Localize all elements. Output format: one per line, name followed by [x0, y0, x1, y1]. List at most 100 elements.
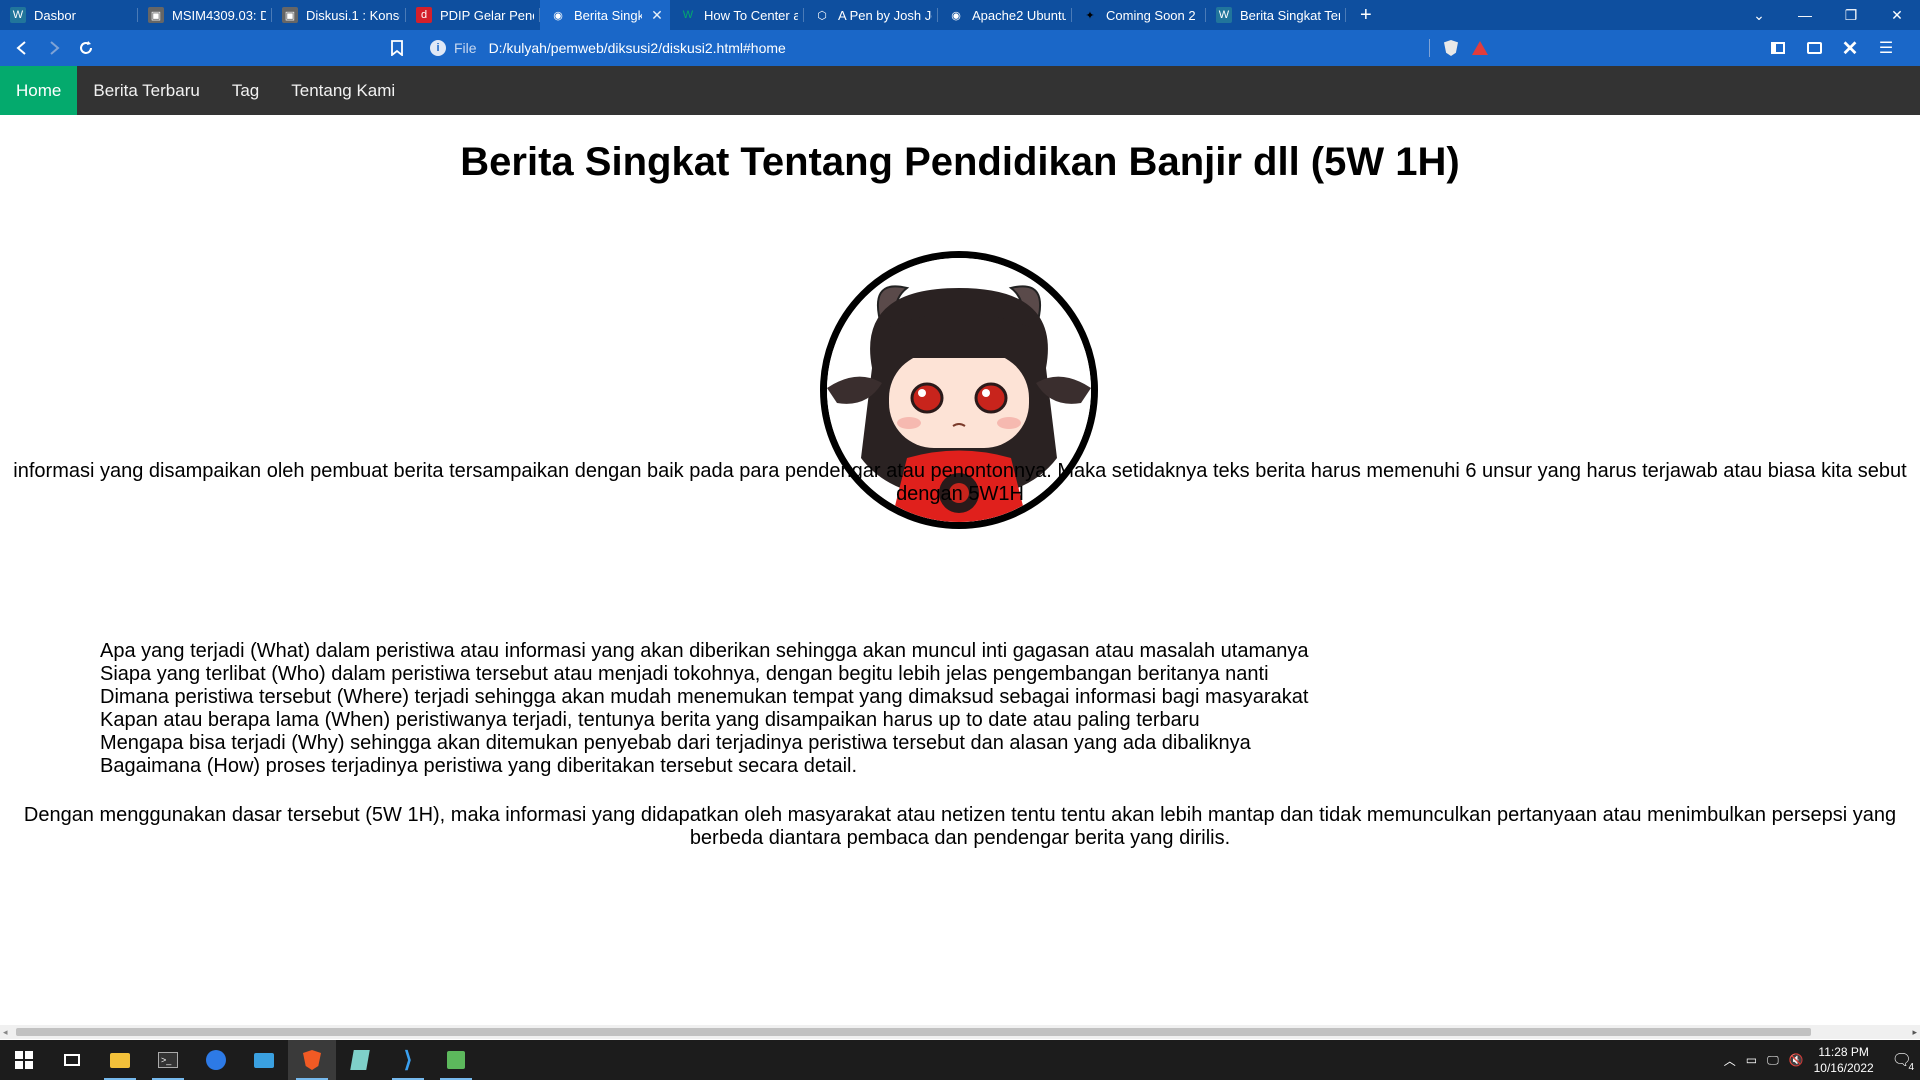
- brave-browser-icon[interactable]: [288, 1040, 336, 1080]
- browser-tab[interactable]: W How To Center an Imag: [670, 0, 804, 30]
- nav-item[interactable]: Tag: [216, 66, 275, 115]
- url-field[interactable]: i File D:/kulyah/pemweb/diksusi2/diskusi…: [420, 33, 1500, 63]
- menu-icon[interactable]: ☰: [1870, 34, 1902, 62]
- browser-tab[interactable]: ◉ Berita Singkat Tentang ✕: [540, 0, 670, 30]
- back-icon: [16, 41, 26, 55]
- bookmark-button[interactable]: [381, 34, 413, 62]
- notepad-icon[interactable]: [336, 1040, 384, 1080]
- volume-muted-icon[interactable]: 🔇: [1789, 1053, 1804, 1067]
- bird-icon: ✦: [1085, 9, 1095, 22]
- start-button[interactable]: [0, 1040, 48, 1080]
- url-scheme: File: [454, 40, 477, 56]
- forward-icon: [50, 41, 60, 55]
- sidebar-icon[interactable]: [1762, 34, 1794, 62]
- browser-tab[interactable]: ✦ Coming Soon 2: [1072, 0, 1206, 30]
- reload-button[interactable]: [70, 34, 102, 62]
- clock[interactable]: 11:28 PM 10/16/2022: [1814, 1044, 1874, 1076]
- detik-icon: d: [416, 7, 432, 23]
- clock-date: 10/16/2022: [1813, 1061, 1874, 1075]
- page-title: Berita Singkat Tentang Pendidikan Banjir…: [460, 140, 1460, 184]
- list-item: Mengapa bisa terjadi (Why) sehingga akan…: [100, 732, 1251, 754]
- tab-title: A Pen by Josh Johnson: [838, 7, 932, 23]
- tab-title: How To Center an Imag: [704, 7, 798, 23]
- chevron-up-icon[interactable]: ︿: [1724, 1052, 1736, 1069]
- info-icon[interactable]: i: [430, 40, 446, 56]
- tab-title: Diskusi.1 : Konsep Pemr: [306, 7, 400, 23]
- terminal-icon[interactable]: >_: [144, 1040, 192, 1080]
- tab-search-icon[interactable]: ⌄: [1736, 0, 1782, 30]
- nav-item[interactable]: Home: [0, 66, 78, 115]
- nav-item[interactable]: Berita Terbaru: [77, 66, 215, 115]
- site-navbar: Home Berita Terbaru Tag Tentang Kami: [0, 66, 1920, 115]
- scroll-right-icon[interactable]: ▸: [1912, 1027, 1917, 1038]
- extension-icon[interactable]: ✕: [1834, 34, 1866, 62]
- wordpress-icon: W: [1216, 7, 1232, 23]
- tab-title: Berita Singkat Tentang: [574, 7, 642, 23]
- moodle-icon: ▣: [282, 7, 298, 23]
- minimize-button[interactable]: —: [1782, 0, 1828, 30]
- browser-tab[interactable]: ▣ Diskusi.1 : Konsep Pemr: [272, 0, 406, 30]
- notification-count: 4: [1906, 1062, 1916, 1073]
- remote-desktop-icon[interactable]: [240, 1040, 288, 1080]
- system-tray: ︿ ▭ 🖵 🔇 11:28 PM 10/16/2022 🗨 4: [1724, 1044, 1920, 1076]
- tabs-container: W Dasbor ▣ MSIM4309.03: Diskusi.2 ▣ Diskusi.1…: [0, 0, 1346, 30]
- file-explorer-icon[interactable]: [96, 1040, 144, 1080]
- vscode-icon[interactable]: ⟩: [384, 1040, 432, 1080]
- globe-icon: ◉: [951, 9, 961, 22]
- horizontal-scrollbar[interactable]: ◂ ▸: [0, 1025, 1920, 1039]
- five-w-one-h-list: Apa yang terjadi (What) dalam peristiwa …: [100, 640, 1308, 778]
- browser-tab[interactable]: W Berita Singkat Tentang P: [1206, 0, 1346, 30]
- browser-tab[interactable]: d PDIP Gelar Pendidikan K: [406, 0, 540, 30]
- tab-strip: W Dasbor ▣ MSIM4309.03: Diskusi.2 ▣ Diskusi.1…: [0, 0, 1920, 30]
- list-item: Kapan atau berapa lama (When) peristiwan…: [100, 709, 1200, 731]
- battery-icon[interactable]: ▭: [1746, 1053, 1757, 1067]
- scroll-left-icon[interactable]: ◂: [3, 1027, 8, 1038]
- codepen-icon: ⬡: [817, 9, 827, 22]
- closing-paragraph: Dengan menggunakan dasar tersebut (5W 1H…: [23, 804, 1897, 849]
- tab-title: Berita Singkat Tentang P: [1240, 7, 1340, 23]
- new-tab-button[interactable]: +: [1346, 0, 1386, 30]
- restore-button[interactable]: ❐: [1828, 0, 1874, 30]
- browser-tab[interactable]: W Dasbor: [0, 0, 138, 30]
- tab-title: MSIM4309.03: Diskusi.2: [172, 7, 266, 23]
- toolbar-right: ✕ ☰: [1762, 34, 1902, 62]
- w3schools-icon: W: [682, 9, 694, 21]
- close-tab-icon[interactable]: ✕: [650, 7, 664, 24]
- app-installer-icon[interactable]: [432, 1040, 480, 1080]
- list-item: Siapa yang terlibat (Who) dalam peristiw…: [100, 663, 1269, 685]
- list-item: Dimana peristiwa tersebut (Where) terjad…: [100, 686, 1309, 708]
- browser-tab[interactable]: ⬡ A Pen by Josh Johnson: [804, 0, 938, 30]
- window-controls: ⌄ — ❐ ✕: [1736, 0, 1920, 30]
- windows-taskbar: >_ ⟩ ︿ ▭ 🖵 🔇 11:28 PM 10/16/2022 🗨 4: [0, 1040, 1920, 1080]
- bookmark-icon: [391, 40, 403, 56]
- scrollbar-thumb[interactable]: [16, 1028, 1811, 1036]
- network-icon[interactable]: 🖵: [1767, 1053, 1779, 1068]
- tab-title: Dasbor: [34, 7, 76, 23]
- notification-icon[interactable]: 🗨 4: [1892, 1050, 1916, 1073]
- windows-logo-icon: [15, 1051, 33, 1069]
- clock-time: 11:28 PM: [1818, 1045, 1869, 1059]
- reload-icon: [80, 41, 92, 54]
- list-item: Bagaimana (How) proses terjadinya perist…: [100, 755, 858, 777]
- wordpress-icon: W: [10, 7, 26, 23]
- wallet-icon[interactable]: [1798, 34, 1830, 62]
- brave-rewards-icon[interactable]: [1472, 41, 1488, 55]
- forward-button[interactable]: [38, 34, 70, 62]
- intro-paragraph: informasi yang disampaikan oleh pembuat …: [13, 460, 1907, 505]
- nav-item[interactable]: Tentang Kami: [275, 66, 411, 115]
- browser-tab[interactable]: ◉ Apache2 Ubuntu Defaul: [938, 0, 1072, 30]
- browser-tab[interactable]: ▣ MSIM4309.03: Diskusi.2: [138, 0, 272, 30]
- page-content: Berita Singkat Tentang Pendidikan Banjir…: [0, 115, 1920, 1025]
- moodle-icon: ▣: [148, 7, 164, 23]
- tab-title: Apache2 Ubuntu Defaul: [972, 7, 1066, 23]
- brave-shields-icon[interactable]: [1444, 40, 1458, 56]
- firefox-icon[interactable]: [192, 1040, 240, 1080]
- back-button[interactable]: [6, 34, 38, 62]
- globe-icon: ◉: [553, 9, 563, 22]
- task-view-icon[interactable]: [48, 1040, 96, 1080]
- close-window-button[interactable]: ✕: [1874, 0, 1920, 30]
- tab-title: PDIP Gelar Pendidikan K: [440, 7, 534, 23]
- divider: [1429, 39, 1430, 57]
- tab-title: Coming Soon 2: [1106, 7, 1196, 23]
- address-bar: i File D:/kulyah/pemweb/diksusi2/diskusi…: [0, 30, 1920, 66]
